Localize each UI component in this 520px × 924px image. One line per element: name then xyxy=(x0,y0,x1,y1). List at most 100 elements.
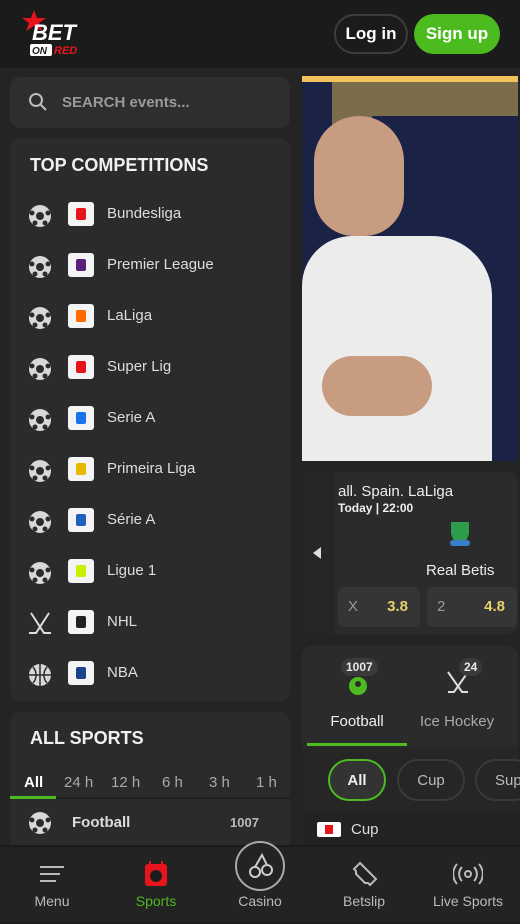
nav-label: Sports xyxy=(135,893,177,909)
all-sports-panel: ALL SPORTS All 24 h 12 h 6 h 3 h 1 h Football… xyxy=(10,712,290,852)
real-betis-crest-icon xyxy=(450,522,470,546)
competition-label: Bundesliga xyxy=(107,205,182,222)
bet-on-red-logo[interactable]: BET ON RED xyxy=(22,10,92,58)
competition-logo-icon xyxy=(68,304,94,328)
competition-item[interactable]: Premier League xyxy=(10,240,290,291)
ice-hockey-count-badge: 24 xyxy=(459,658,483,676)
cup-flag-icon xyxy=(317,822,341,837)
pill-super[interactable]: Sup xyxy=(475,759,520,801)
bottom-nav: Menu Sports Casino Betslip Live Sports xyxy=(0,841,520,924)
svg-text:BET: BET xyxy=(32,20,78,45)
filter-active-indicator xyxy=(10,796,56,799)
top-competitions-panel: TOP COMPETITIONS Bundesliga Premier Leagu… xyxy=(10,138,290,701)
sport-count: 1007 xyxy=(230,815,259,830)
time-filter-tab[interactable]: 24 h xyxy=(64,774,93,791)
competition-item[interactable]: Bundesliga xyxy=(10,189,290,240)
competition-item[interactable]: Super Lig xyxy=(10,342,290,393)
search-icon xyxy=(29,93,47,111)
competition-item[interactable]: Serie A xyxy=(10,393,290,444)
competition-item[interactable]: Primeira Liga xyxy=(10,444,290,495)
football-icon xyxy=(349,677,367,695)
time-filter-tab[interactable]: All xyxy=(24,774,43,791)
time-filter-tab[interactable]: 3 h xyxy=(209,774,230,791)
nav-betslip[interactable]: Betslip xyxy=(312,847,416,924)
competition-logo-icon xyxy=(68,508,94,532)
nav-casino[interactable]: Casino xyxy=(208,841,312,924)
broadcast-icon xyxy=(453,863,483,885)
football-icon xyxy=(29,511,51,533)
time-filter-tab[interactable]: 12 h xyxy=(111,774,140,791)
nav-label: Menu xyxy=(34,893,70,909)
match-time: 22:00 xyxy=(382,501,414,515)
signup-button[interactable]: Sign up xyxy=(414,14,500,54)
ticket-icon xyxy=(352,861,378,887)
nav-sports[interactable]: Sports xyxy=(104,847,208,924)
away-team: Real Betis xyxy=(426,562,495,579)
nav-label: Casino xyxy=(238,893,282,909)
basketball-icon xyxy=(29,664,51,686)
pill-cup[interactable]: Cup xyxy=(397,759,465,801)
football-icon xyxy=(29,409,51,431)
search-input[interactable]: SEARCH events... xyxy=(10,77,290,128)
competition-item[interactable]: NHL xyxy=(10,597,290,648)
competition-logo-icon xyxy=(68,253,94,277)
football-icon xyxy=(29,562,51,584)
time-filter-tab[interactable]: 6 h xyxy=(162,774,183,791)
competition-logo-icon xyxy=(68,661,94,685)
sport-label: Football xyxy=(72,814,131,831)
tab-ice-hockey[interactable]: 24 Ice Hockey xyxy=(407,646,507,746)
search-placeholder: SEARCH events... xyxy=(62,94,190,111)
odds-label: X xyxy=(348,598,359,615)
login-button[interactable]: Log in xyxy=(334,14,408,54)
match-card[interactable]: all. Spain. LaLiga Today | 22:00 Real Be… xyxy=(302,472,518,634)
competition-label: NBA xyxy=(107,664,138,681)
competition-item[interactable]: NBA xyxy=(10,648,290,699)
category-row-cup[interactable]: Cup xyxy=(302,812,518,845)
competition-logo-icon xyxy=(68,202,94,226)
match-day: Today xyxy=(338,501,373,515)
match-league: all. Spain. LaLiga xyxy=(338,483,454,500)
time-filter-tab[interactable]: 1 h xyxy=(256,774,277,791)
football-icon xyxy=(29,812,51,834)
category-label: Cup xyxy=(351,821,379,838)
sport-row-football[interactable]: Football 1007 xyxy=(10,808,290,838)
pill-all[interactable]: All xyxy=(328,759,386,801)
svg-text:RED: RED xyxy=(54,45,77,57)
competition-item[interactable]: Ligue 1 xyxy=(10,546,290,597)
competition-item[interactable]: Série A xyxy=(10,495,290,546)
competition-logo-icon xyxy=(68,355,94,379)
svg-text:ON: ON xyxy=(32,46,48,57)
football-icon xyxy=(29,358,51,380)
ice-hockey-icon xyxy=(29,612,51,634)
competition-logo-icon xyxy=(68,457,94,481)
carousel-prev-button[interactable] xyxy=(302,472,335,634)
menu-icon xyxy=(40,866,64,882)
odds-value: 4.8 xyxy=(484,598,505,615)
football-icon xyxy=(29,256,51,278)
nav-live-sports[interactable]: Live Sports xyxy=(416,847,520,924)
all-sports-title: ALL SPORTS xyxy=(30,728,144,748)
chevron-left-icon xyxy=(313,547,321,559)
odds-draw-button[interactable]: X 3.8 xyxy=(338,587,420,627)
competition-label: LaLiga xyxy=(107,307,153,324)
top-competitions-title: TOP COMPETITIONS xyxy=(30,155,209,175)
promo-banner[interactable] xyxy=(302,76,518,461)
competition-label: Ligue 1 xyxy=(107,562,157,579)
competition-label: NHL xyxy=(107,613,138,630)
nav-label: Betslip xyxy=(342,893,386,909)
odds-away-button[interactable]: 2 4.8 xyxy=(427,587,517,627)
football-icon xyxy=(29,460,51,482)
tab-active-indicator xyxy=(307,743,407,746)
competition-label: Premier League xyxy=(107,256,214,273)
sports-tabs-panel: 1007 Football 24 Ice Hockey Cup xyxy=(302,646,518,845)
header: BET ON RED Log in Sign up xyxy=(0,0,520,68)
competition-logo-icon xyxy=(68,406,94,430)
tab-football[interactable]: 1007 Football xyxy=(307,646,407,746)
competition-label: Série A xyxy=(107,511,156,528)
nav-label: Live Sports xyxy=(432,893,504,909)
sports-calendar-icon xyxy=(145,861,167,886)
competition-item[interactable]: LaLiga xyxy=(10,291,290,342)
nav-menu[interactable]: Menu xyxy=(0,847,104,924)
competition-logo-icon xyxy=(68,559,94,583)
odds-label: 2 xyxy=(437,598,446,615)
